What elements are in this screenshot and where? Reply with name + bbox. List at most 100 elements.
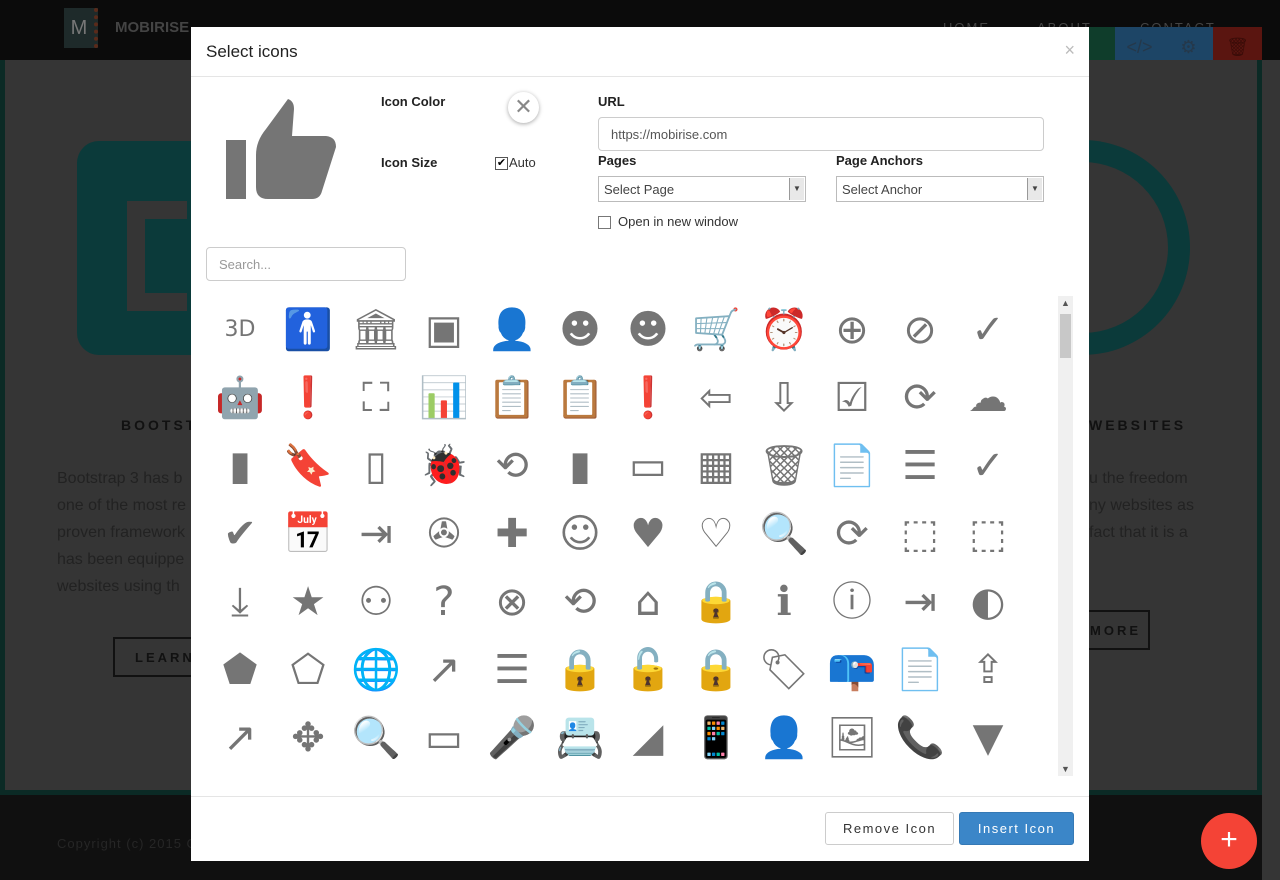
history-icon[interactable]: ⟲ — [546, 568, 614, 636]
add-shopping-cart-icon[interactable]: 🛒 — [682, 296, 750, 364]
search-input[interactable]: Search... — [206, 247, 406, 281]
account-child-icon[interactable]: ☻ — [546, 296, 614, 364]
lock-icon[interactable]: 🔒 — [546, 636, 614, 704]
class-icon[interactable]: ▮ — [546, 432, 614, 500]
info-icon[interactable]: ℹ — [750, 568, 818, 636]
dns-icon[interactable]: ☰ — [886, 432, 954, 500]
account-balance-icon[interactable]: 🏛 — [342, 296, 410, 364]
grade-icon[interactable]: ★ — [274, 568, 342, 636]
lock-open-icon[interactable]: 🔓 — [614, 636, 682, 704]
perm-phone-msg-icon[interactable]: 📞 — [886, 704, 954, 772]
scroll-up-icon[interactable]: ▲ — [1058, 298, 1073, 308]
account-box-icon[interactable]: 👤 — [478, 296, 546, 364]
exit-to-app-icon[interactable]: ⇥ — [342, 500, 410, 568]
scroll-down-icon[interactable]: ▼ — [1058, 764, 1073, 774]
android-icon[interactable]: 🤖 — [206, 364, 274, 432]
https-icon[interactable]: 🔒 — [682, 568, 750, 636]
explore-icon[interactable]: ✇ — [410, 500, 478, 568]
perm-data-setting-icon[interactable]: ◢ — [614, 704, 682, 772]
input-icon[interactable]: ⇥ — [886, 568, 954, 636]
alarm-icon[interactable]: ⏰ — [750, 296, 818, 364]
assignment-return-icon[interactable]: ⇦ — [682, 364, 750, 432]
loyalty-icon[interactable]: 🏷 — [750, 636, 818, 704]
markunread-mailbox-icon[interactable]: 📪 — [818, 636, 886, 704]
lock-outline-icon[interactable]: 🔒 — [682, 636, 750, 704]
find-replace-icon[interactable]: ⟳ — [818, 500, 886, 568]
perm-media-icon[interactable]: 🖼 — [818, 704, 886, 772]
description-icon[interactable]: 📄 — [818, 432, 886, 500]
perm-contact-cal-icon[interactable]: 📇 — [546, 704, 614, 772]
get-app-icon[interactable]: ⤓ — [206, 568, 274, 636]
label-icon[interactable]: ⬟ — [206, 636, 274, 704]
open-in-browser-icon[interactable]: ⇪ — [954, 636, 1022, 704]
announcement-icon[interactable]: ❗ — [274, 364, 342, 432]
help-icon[interactable]: ? — [410, 568, 478, 636]
pages-select[interactable]: Select Page ▼ — [598, 176, 806, 202]
perm-camera-mic-icon[interactable]: 🎤 — [478, 704, 546, 772]
assignment-late-icon[interactable]: ❗ — [614, 364, 682, 432]
label-outline-icon[interactable]: ⬠ — [274, 636, 342, 704]
assignment-returned-icon[interactable]: ⇩ — [750, 364, 818, 432]
add-block-button[interactable]: + — [1201, 813, 1257, 869]
autorenew-icon[interactable]: ⟳ — [886, 364, 954, 432]
icon-color-picker[interactable]: ✕ — [508, 92, 539, 123]
alarm-on-icon[interactable]: ✓ — [954, 296, 1022, 364]
done-all-icon[interactable]: ✔ — [206, 500, 274, 568]
flip-to-front-icon[interactable]: ⬚ — [954, 500, 1022, 568]
note-add-icon[interactable]: 📄 — [886, 636, 954, 704]
credit-card-icon[interactable]: ▭ — [614, 432, 682, 500]
assessment-icon[interactable]: 📊 — [410, 364, 478, 432]
language-icon[interactable]: 🌐 — [342, 636, 410, 704]
perm-scan-wifi-icon[interactable]: ▼ — [954, 704, 1022, 772]
list-icon[interactable]: ☰ — [478, 636, 546, 704]
open-new-window-label: Open in new window — [618, 214, 738, 229]
dashboard-icon[interactable]: ▦ — [682, 432, 750, 500]
highlight-remove-icon[interactable]: ⊗ — [478, 568, 546, 636]
favorite-icon[interactable]: ♥ — [614, 500, 682, 568]
find-in-page-icon[interactable]: 🔍 — [750, 500, 818, 568]
url-input[interactable]: https://mobirise.com — [598, 117, 1044, 151]
done-icon[interactable]: ✓ — [954, 432, 1022, 500]
launch-icon[interactable]: ↗ — [410, 636, 478, 704]
3d-rotation-icon[interactable]: 3D — [206, 296, 274, 364]
scrollbar-thumb[interactable] — [1060, 314, 1071, 358]
pageview-icon[interactable]: 🔍 — [342, 704, 410, 772]
info-outline-icon[interactable]: ⓘ — [818, 568, 886, 636]
remove-icon-button[interactable]: Remove Icon — [825, 812, 954, 845]
extension-icon[interactable]: ✚ — [478, 500, 546, 568]
page-anchors-select[interactable]: Select Anchor ▼ — [836, 176, 1044, 202]
alarm-off-icon[interactable]: ⊘ — [886, 296, 954, 364]
accessibility-icon[interactable]: 🚹 — [274, 296, 342, 364]
assignment-icon[interactable]: 📋 — [478, 364, 546, 432]
group-work-icon[interactable]: ⚇ — [342, 568, 410, 636]
bookmark-icon[interactable]: 🔖 — [274, 432, 342, 500]
event-icon[interactable]: 📅 — [274, 500, 342, 568]
home-icon[interactable]: ⌂ — [614, 568, 682, 636]
cached-icon[interactable]: ⟲ — [478, 432, 546, 500]
perm-device-info-icon[interactable]: 📱 — [682, 704, 750, 772]
assignment-ind-icon[interactable]: 📋 — [546, 364, 614, 432]
assignment-turned-in-icon[interactable]: ☑ — [818, 364, 886, 432]
alarm-add-icon[interactable]: ⊕ — [818, 296, 886, 364]
face-icon[interactable]: ☺ — [546, 500, 614, 568]
payment-icon[interactable]: ▭ — [410, 704, 478, 772]
open-with-icon[interactable]: ✥ — [274, 704, 342, 772]
close-button[interactable]: × — [1064, 40, 1075, 61]
perm-identity-icon[interactable]: 👤 — [750, 704, 818, 772]
backup-icon[interactable]: ☁ — [954, 364, 1022, 432]
flip-to-back-icon[interactable]: ⬚ — [886, 500, 954, 568]
bug-report-icon[interactable]: 🐞 — [410, 432, 478, 500]
account-balance-wallet-icon[interactable]: ▣ — [410, 296, 478, 364]
insert-icon-button[interactable]: Insert Icon — [959, 812, 1074, 845]
invert-colors-icon[interactable]: ◐ — [954, 568, 1022, 636]
favorite-outline-icon[interactable]: ♡ — [682, 500, 750, 568]
open-new-window-checkbox[interactable] — [598, 216, 611, 229]
open-in-new-icon[interactable]: ↗ — [206, 704, 274, 772]
aspect-ratio-icon[interactable]: ⛶ — [342, 364, 410, 432]
book-icon[interactable]: ▮ — [206, 432, 274, 500]
delete-icon[interactable]: 🗑 — [750, 432, 818, 500]
auto-size-checkbox[interactable]: ✔ — [495, 157, 508, 170]
bookmark-outline-icon[interactable]: ▯ — [342, 432, 410, 500]
account-circle-icon[interactable]: ☻ — [614, 296, 682, 364]
icon-grid-scrollbar[interactable]: ▲ ▼ — [1058, 296, 1073, 776]
